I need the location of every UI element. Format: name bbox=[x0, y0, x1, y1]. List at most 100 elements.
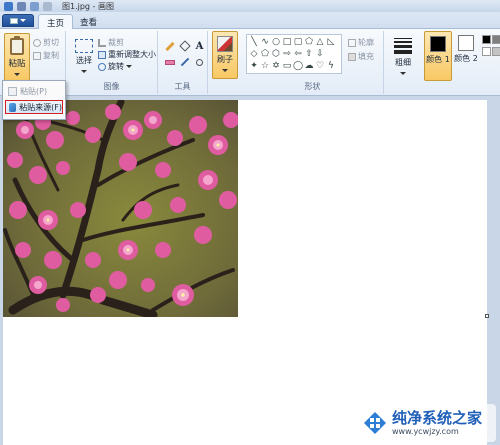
redo-icon[interactable] bbox=[43, 1, 52, 11]
cut-button[interactable]: 剪切 bbox=[33, 37, 59, 48]
four-point-star-shape-icon[interactable]: ✦ bbox=[249, 61, 259, 71]
paste-menu-item[interactable]: 粘贴(P) bbox=[5, 84, 63, 98]
text-button[interactable]: A bbox=[192, 39, 207, 53]
rectangle-shape-icon[interactable]: □ bbox=[282, 37, 292, 47]
pencil-button[interactable] bbox=[162, 39, 177, 53]
down-arrow-shape-icon[interactable]: ⇩ bbox=[315, 49, 325, 59]
paste-from-menu-item[interactable]: 粘贴来源(F) bbox=[5, 100, 63, 114]
text-icon: A bbox=[195, 40, 204, 52]
watermark-title: 纯净系统之家 bbox=[392, 409, 483, 427]
plum-blossom-photo bbox=[3, 100, 238, 317]
rotate-button[interactable]: 旋转 bbox=[98, 61, 132, 72]
undo-icon[interactable] bbox=[30, 1, 39, 11]
pentagon-shape-icon[interactable]: ⬠ bbox=[260, 49, 270, 59]
work-area bbox=[0, 96, 500, 445]
copy-icon bbox=[33, 51, 41, 60]
hexagon-shape-icon[interactable]: ⬡ bbox=[271, 49, 281, 59]
triangle-shape-icon[interactable]: △ bbox=[315, 37, 325, 47]
drawing-canvas[interactable] bbox=[3, 100, 489, 445]
fill-bucket-icon bbox=[178, 40, 191, 52]
chevron-down-icon bbox=[20, 19, 26, 22]
paste-dropdown-menu: 粘贴(P) 粘贴来源(F) bbox=[2, 80, 66, 120]
chevron-down-icon bbox=[222, 69, 228, 72]
site-watermark: 纯净系统之家 www.ycwjzy.com bbox=[358, 404, 496, 442]
resize-label: 重新调整大小 bbox=[108, 50, 156, 59]
eraser-icon bbox=[164, 59, 175, 65]
palette-swatch-gray[interactable] bbox=[492, 35, 500, 44]
image-group-label: 图像 bbox=[103, 82, 120, 91]
cut-label: 剪切 bbox=[43, 38, 59, 47]
copy-button[interactable]: 复制 bbox=[33, 50, 59, 61]
fill-style-button[interactable]: 填充 bbox=[348, 51, 374, 62]
shapes-group-label: 形状 bbox=[304, 82, 321, 91]
paste-from-icon bbox=[9, 102, 17, 112]
palette-swatch-silver[interactable] bbox=[492, 47, 500, 56]
crop-label: 裁剪 bbox=[108, 38, 124, 47]
chevron-down-icon bbox=[81, 70, 87, 73]
five-point-star-shape-icon[interactable]: ☆ bbox=[260, 61, 270, 71]
up-arrow-shape-icon[interactable]: ⇧ bbox=[304, 49, 314, 59]
paint-app-icon[interactable] bbox=[4, 1, 13, 11]
right-arrow-shape-icon[interactable]: ⇨ bbox=[282, 49, 292, 59]
eyedropper-icon bbox=[180, 57, 189, 67]
clipboard-icon bbox=[8, 86, 17, 96]
shapes-gallery[interactable]: ╲ ∿ ○ □ ▢ ⬠ △ ◺ ◇ ⬠ ⬡ ⇨ ⇦ ⇧ ⇩ ✦ ☆ ✡ ▭ ◯ … bbox=[246, 34, 342, 74]
line-thickness-icon bbox=[392, 33, 414, 54]
paste-button[interactable]: 粘贴 bbox=[4, 33, 30, 81]
tools-group-label: 工具 bbox=[174, 82, 191, 91]
color1-button[interactable]: 颜色 1 bbox=[424, 31, 452, 81]
save-icon[interactable] bbox=[17, 1, 26, 11]
menu-icon bbox=[10, 17, 18, 24]
oval-shape-icon[interactable]: ○ bbox=[271, 37, 281, 47]
clipboard-icon bbox=[10, 36, 24, 55]
watermark-url: www.ycwjzy.com bbox=[392, 427, 459, 436]
paste-from-menu-item-label: 粘贴来源(F) bbox=[19, 102, 62, 112]
paint-menu-button[interactable] bbox=[2, 14, 34, 27]
curve-shape-icon[interactable]: ∿ bbox=[260, 37, 270, 47]
scissors-icon bbox=[33, 38, 41, 47]
diamond-shape-icon[interactable]: ◇ bbox=[249, 49, 259, 59]
color2-button[interactable]: 颜色 2 bbox=[452, 31, 480, 81]
lightning-shape-icon[interactable]: ϟ bbox=[326, 61, 336, 71]
crop-button[interactable]: 裁剪 bbox=[98, 37, 124, 48]
brushes-button[interactable]: 刷子 bbox=[212, 31, 238, 79]
color-picker-button[interactable] bbox=[177, 55, 192, 69]
canvas-resize-handle-right[interactable] bbox=[485, 314, 489, 318]
paste-menu-item-label: 粘贴(P) bbox=[20, 86, 48, 96]
outline-button[interactable]: 轮廓 bbox=[348, 37, 374, 48]
tab-home[interactable]: 主页 bbox=[38, 14, 74, 30]
heart-shape-icon[interactable]: ♡ bbox=[315, 61, 325, 71]
paste-label: 粘贴 bbox=[8, 59, 26, 69]
fill-button[interactable] bbox=[177, 39, 192, 53]
tab-view[interactable]: 查看 bbox=[72, 14, 105, 29]
select-label: 选择 bbox=[76, 56, 92, 65]
resize-button[interactable]: 重新调整大小 bbox=[98, 49, 156, 60]
fill-style-label: 填充 bbox=[358, 52, 374, 61]
rounded-rectangle-shape-icon[interactable]: ▢ bbox=[293, 37, 303, 47]
chevron-down-icon bbox=[400, 72, 406, 75]
cloud-callout-shape-icon[interactable]: ☁ bbox=[304, 61, 314, 71]
plum-blossom-image bbox=[3, 100, 238, 317]
palette-swatch-black[interactable] bbox=[482, 35, 491, 44]
rotate-icon bbox=[98, 62, 106, 71]
select-rectangle-icon bbox=[75, 39, 93, 53]
magnifier-icon bbox=[196, 58, 203, 66]
palette-swatch-white[interactable] bbox=[482, 47, 491, 56]
title-bar: 图1.jpg - 画图 bbox=[0, 0, 500, 12]
oval-callout-shape-icon[interactable]: ◯ bbox=[293, 61, 303, 71]
copy-label: 复制 bbox=[43, 51, 59, 60]
magnifier-button[interactable] bbox=[192, 55, 207, 69]
line-shape-icon[interactable]: ╲ bbox=[249, 37, 259, 47]
left-arrow-shape-icon[interactable]: ⇦ bbox=[293, 49, 303, 59]
eraser-button[interactable] bbox=[162, 55, 177, 69]
color1-swatch bbox=[430, 36, 446, 52]
polygon-shape-icon[interactable]: ⬠ bbox=[304, 37, 314, 47]
tools-group: A 工具 bbox=[158, 31, 208, 94]
six-point-star-shape-icon[interactable]: ✡ bbox=[271, 61, 281, 71]
crop-icon bbox=[98, 38, 106, 47]
right-triangle-shape-icon[interactable]: ◺ bbox=[326, 37, 336, 47]
chevron-down-icon bbox=[14, 73, 20, 76]
select-button[interactable]: 选择 bbox=[72, 37, 96, 81]
callout-shape-icon[interactable]: ▭ bbox=[282, 61, 292, 71]
size-button[interactable]: 粗细 bbox=[392, 33, 414, 79]
